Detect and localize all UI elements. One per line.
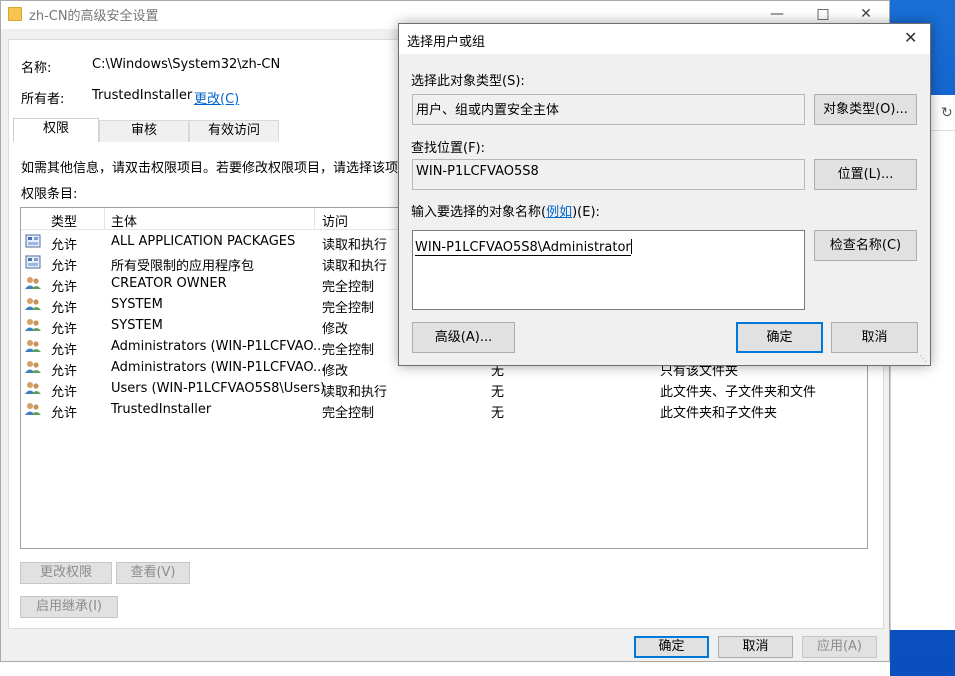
table-row[interactable]: 允许 Users (WIN-P1LCFVAO5S8\Users) 读取和执行 无 此文件… [21,379,867,400]
folder-icon [8,7,22,21]
row-type: 允许 [51,301,78,316]
view-button[interactable]: 查看(V) [116,562,190,584]
row-type: 允许 [51,322,78,337]
package-icon [25,234,41,248]
row-type: 允许 [51,280,78,295]
row-type: 允许 [51,343,78,358]
column-divider[interactable] [314,208,315,230]
users-icon [25,318,41,332]
users-icon [25,360,41,374]
select-users-or-groups-dialog: 选择用户或组 ✕ 选择此对象类型(S): 用户、组或内置安全主体 对象类型(O)… [398,23,931,366]
apply-button[interactable]: 应用(A) [802,636,877,658]
row-principal: SYSTEM [111,318,163,333]
object-names-value: WIN-P1LCFVAO5S8\Administrator [415,240,631,256]
row-access: 完全控制 [322,343,375,358]
object-type-field: 用户、组或内置安全主体 [412,94,805,125]
change-permissions-button[interactable]: 更改权限 [20,562,112,584]
row-inherited-from: 无 [491,406,505,421]
tab-permissions[interactable]: 权限 [13,118,99,142]
row-access: 读取和执行 [322,385,388,400]
row-type: 允许 [51,385,78,400]
info-text: 如需其他信息，请双击权限项目。若要修改权限项目，请选择该项 [21,161,399,176]
row-principal: SYSTEM [111,297,163,312]
row-access: 完全控制 [322,406,375,421]
row-access: 读取和执行 [322,259,388,274]
close-icon[interactable]: ✕ [904,28,917,47]
location-field: WIN-P1LCFVAO5S8 [412,159,805,190]
row-principal: ALL APPLICATION PACKAGES [111,234,296,249]
owner-value: TrustedInstaller [92,88,193,103]
object-names-input[interactable]: WIN-P1LCFVAO5S8\Administrator [412,230,805,310]
enable-inheritance-button[interactable]: 启用继承(I) [20,596,118,618]
table-row[interactable]: 允许 TrustedInstaller 完全控制 无 此文件夹和子文件夹 [21,400,867,421]
users-icon [25,297,41,311]
row-access: 修改 [322,322,349,337]
row-inherited-from: 无 [491,385,505,400]
dialog-title: 选择用户或组 [407,35,486,50]
refresh-icon[interactable]: ↻ [941,105,953,121]
object-names-label: 输入要选择的对象名称(例如)(E): [411,201,600,220]
advanced-button[interactable]: 高级(A)... [412,322,515,353]
row-type: 允许 [51,406,78,421]
row-access: 读取和执行 [322,238,388,253]
locations-button[interactable]: 位置(L)... [814,159,917,190]
row-type: 允许 [51,364,78,379]
row-principal: Administrators (WIN-P1LCFVAO... [111,339,326,354]
row-principal: CREATOR OWNER [111,276,227,291]
row-principal: TrustedInstaller [111,402,212,417]
row-type: 允许 [51,238,78,253]
dialog-titlebar: 选择用户或组 ✕ [399,24,930,54]
row-applies-to: 此文件夹、子文件夹和文件 [660,385,817,400]
row-principal: 所有受限制的应用程序包 [111,259,255,274]
object-names-label-prefix: 输入要选择的对象名称( [411,205,547,220]
row-type: 允许 [51,259,78,274]
row-principal: Users (WIN-P1LCFVAO5S8\Users) [111,381,326,396]
package-icon [25,255,41,269]
users-icon [25,339,41,353]
column-divider[interactable] [104,208,105,230]
tab-auditing[interactable]: 审核 [99,120,189,142]
owner-change-link[interactable]: 更改(C) [194,88,239,107]
resize-grip-icon[interactable]: ⋱ [919,354,927,363]
cancel-button[interactable]: 取消 [718,636,793,658]
column-type[interactable]: 类型 [51,211,77,230]
users-icon [25,276,41,290]
row-principal: Administrators (WIN-P1LCFVAO... [111,360,326,375]
text-caret [630,239,632,254]
object-names-label-suffix: )(E): [572,205,600,220]
row-access: 完全控制 [322,301,375,316]
users-icon [25,381,41,395]
object-type-label: 选择此对象类型(S): [411,74,525,89]
column-access[interactable]: 访问 [322,211,348,230]
object-types-button[interactable]: 对象类型(O)... [814,94,917,125]
permission-entries-label: 权限条目: [21,187,78,202]
window-title: zh-CN的高级安全设置 [29,9,159,24]
tab-effective-access[interactable]: 有效访问 [189,120,279,142]
row-access: 完全控制 [322,280,375,295]
name-label: 名称: [21,61,52,76]
check-names-button[interactable]: 检查名称(C) [814,230,917,261]
dialog-ok-button[interactable]: 确定 [736,322,823,353]
users-icon [25,402,41,416]
location-label: 查找位置(F): [411,141,486,156]
object-type-value: 用户、组或内置安全主体 [416,103,560,118]
dialog-cancel-button[interactable]: 取消 [831,322,918,353]
row-applies-to: 此文件夹和子文件夹 [660,406,778,421]
owner-label: 所有者: [21,92,65,107]
examples-link[interactable]: 例如 [546,205,572,220]
row-access: 修改 [322,364,349,379]
name-value: C:\Windows\System32\zh-CN [92,57,281,72]
ok-button[interactable]: 确定 [634,636,709,658]
location-value: WIN-P1LCFVAO5S8 [416,164,539,179]
column-principal[interactable]: 主体 [111,211,137,230]
